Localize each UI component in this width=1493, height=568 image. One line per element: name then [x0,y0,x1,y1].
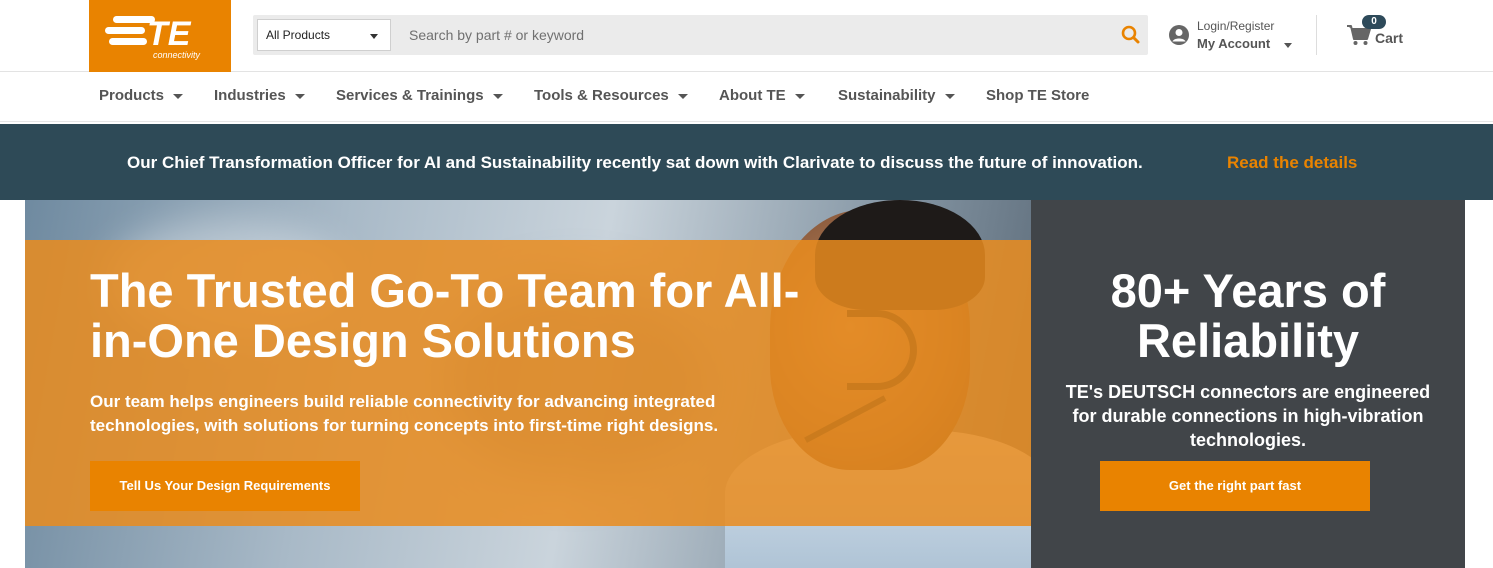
svg-text:TE: TE [147,15,192,50]
te-logo[interactable]: TE connectivity [89,0,231,72]
chevron-down-icon [173,93,184,99]
nav-item-sustainability[interactable]: Sustainability [838,87,955,104]
chevron-down-icon [677,93,688,99]
reliability-panel: 80+ Years of Reliability TE's DEUTSCH co… [1031,200,1465,568]
nav-item-tools-resources[interactable]: Tools & Resources [534,87,688,104]
reliability-title: 80+ Years of Reliability [1110,264,1386,367]
main-navigation: Products Industries Services & Trainings… [0,72,1493,122]
nav-item-shop-te-store[interactable]: Shop TE Store [986,87,1089,104]
chevron-down-icon [294,93,305,99]
search-button[interactable] [1116,19,1146,51]
account-menu[interactable]: Login/Register My Account [1168,18,1308,58]
chevron-down-icon [370,34,378,39]
nav-item-about-te[interactable]: About TE [719,87,805,104]
site-header: TE connectivity All Products Login/Regis… [0,0,1493,72]
logo-tagline: connectivity [153,50,201,60]
design-requirements-button[interactable]: Tell Us Your Design Requirements [90,461,360,511]
login-register-link[interactable]: Login/Register [1197,19,1274,33]
cart-label: Cart [1375,30,1404,46]
chevron-down-icon [492,93,503,99]
read-details-link[interactable]: Read the details [1227,153,1357,173]
search-bar: All Products [253,15,1148,55]
cart-button[interactable]: 0 Cart [1346,15,1416,55]
nav-item-label: Industries [214,87,286,104]
announcement-message: Our Chief Transformation Officer for AI … [127,153,1143,172]
nav-item-label: Sustainability [838,87,936,104]
hero-title: The Trusted Go-To Team for All-in-One De… [90,264,800,367]
te-logo-mark-icon: TE [105,15,192,50]
category-select[interactable]: All Products [257,19,391,51]
get-right-part-button[interactable]: Get the right part fast [1100,461,1370,511]
search-icon [1121,25,1140,44]
nav-item-products[interactable]: Products [99,87,184,104]
chevron-down-icon [1284,43,1292,48]
nav-item-industries[interactable]: Industries [214,87,305,104]
nav-item-label: Products [99,87,165,104]
nav-item-label: Tools & Resources [534,87,669,104]
cart-count-badge: 0 [1362,15,1386,29]
nav-item-label: Services & Trainings [336,87,484,104]
header-divider [1316,15,1317,55]
hero-subtitle: Our team helps engineers build reliable … [90,392,719,435]
category-select-value: All Products [266,28,331,42]
user-circle-icon [1169,25,1189,45]
nav-item-services-trainings[interactable]: Services & Trainings [336,87,503,104]
search-input[interactable] [399,15,1119,55]
chevron-down-icon [794,93,805,99]
nav-item-label: About TE [719,87,786,104]
my-account-label[interactable]: My Account [1197,36,1270,51]
reliability-subtitle: TE's DEUTSCH connectors are engineered f… [1065,382,1431,450]
hero-banner: The Trusted Go-To Team for All-in-One De… [25,200,1031,568]
nav-item-label: Shop TE Store [986,87,1090,104]
chevron-down-icon [944,93,955,99]
announcement-banner: Our Chief Transformation Officer for AI … [0,124,1493,200]
